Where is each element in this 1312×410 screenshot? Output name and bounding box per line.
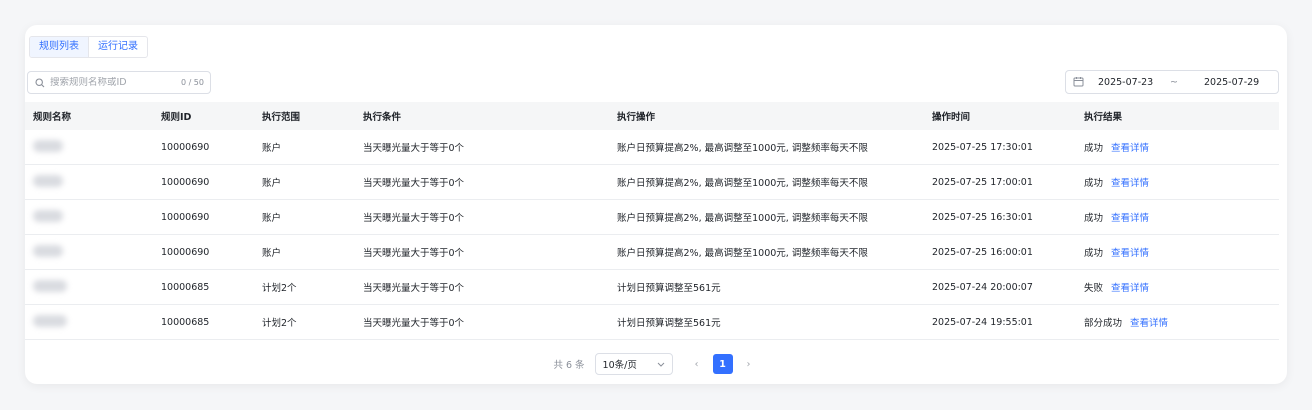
rule-name-blurred (33, 279, 67, 295)
operation-time: 2025-07-25 17:00:01 (932, 176, 1033, 188)
result-cell: 成功 查看详情 (1084, 245, 1149, 259)
operation-time: 2025-07-24 20:00:07 (932, 281, 1033, 293)
condition: 当天曝光量大于等于0个 (363, 248, 465, 259)
scope: 账户 (262, 213, 282, 224)
rule-id: 10000690 (161, 246, 210, 258)
operation-time: 2025-07-25 16:00:01 (932, 246, 1033, 258)
condition: 当天曝光量大于等于0个 (363, 283, 465, 294)
scope: 计划2个 (262, 318, 297, 329)
action: 账户日预算提高2%, 最高调整至1000元, 调整频率每天不限 (617, 248, 868, 259)
total-count: 共 6 条 (553, 360, 585, 371)
operation-time: 2025-07-25 17:30:01 (932, 141, 1033, 153)
header-rule-name: 规则名称 (33, 112, 72, 123)
condition: 当天曝光量大于等于0个 (363, 318, 465, 329)
chevron-down-icon (657, 359, 665, 370)
header-scope: 执行范围 (262, 112, 301, 123)
rule-id: 10000685 (161, 316, 210, 328)
result-cell: 成功 查看详情 (1084, 210, 1149, 224)
action: 计划日预算调整至561元 (617, 283, 721, 294)
prev-page-button[interactable]: ‹ (687, 359, 707, 370)
header-result: 执行结果 (1084, 112, 1123, 123)
date-separator: ~ (1170, 76, 1178, 88)
result-cell: 成功 查看详情 (1084, 140, 1149, 154)
result-status: 失败 (1084, 283, 1104, 294)
operation-time: 2025-07-25 16:30:01 (932, 211, 1033, 223)
pagination: 共 6 条 10条/页 ‹ 1 › (25, 353, 1287, 375)
operation-time: 2025-07-24 19:55:01 (932, 316, 1033, 328)
table-header: 规则名称 规则ID 执行范围 执行条件 执行操作 操作时间 执行结果 (25, 102, 1279, 130)
result-status: 成功 (1084, 178, 1104, 189)
rule-id: 10000690 (161, 211, 210, 223)
tab-bar: 规则列表 运行记录 (29, 36, 148, 58)
rule-name-blurred (33, 314, 67, 330)
table-row: 10000685 计划2个 当天曝光量大于等于0个 计划日预算调整至561元 2… (25, 270, 1279, 305)
start-date[interactable]: 2025-07-23 (1098, 77, 1153, 88)
result-status: 成功 (1084, 213, 1104, 224)
records-table: 规则名称 规则ID 执行范围 执行条件 执行操作 操作时间 执行结果 10000… (25, 102, 1279, 340)
page-button-1[interactable]: 1 (712, 354, 733, 374)
view-details-link[interactable]: 查看详情 (1111, 283, 1149, 294)
date-range-picker[interactable]: 2025-07-23 ~ 2025-07-29 (1065, 70, 1279, 94)
rule-id: 10000690 (161, 141, 210, 153)
rule-id: 10000685 (161, 281, 210, 293)
header-time: 操作时间 (932, 112, 971, 123)
search-input[interactable] (50, 77, 181, 88)
view-details-link[interactable]: 查看详情 (1130, 318, 1168, 329)
search-box[interactable]: 0 / 50 (27, 71, 211, 94)
scope: 账户 (262, 178, 282, 189)
scope: 计划2个 (262, 283, 297, 294)
next-page-button[interactable]: › (739, 359, 759, 370)
action: 账户日预算提高2%, 最高调整至1000元, 调整频率每天不限 (617, 178, 868, 189)
condition: 当天曝光量大于等于0个 (363, 143, 465, 154)
result-status: 成功 (1084, 248, 1104, 259)
scope: 账户 (262, 143, 282, 154)
result-status: 成功 (1084, 143, 1104, 154)
rule-name-blurred (33, 139, 63, 155)
table-row: 10000690 账户 当天曝光量大于等于0个 账户日预算提高2%, 最高调整至… (25, 235, 1279, 270)
search-icon (34, 77, 46, 89)
end-date[interactable]: 2025-07-29 (1204, 77, 1259, 88)
result-cell: 部分成功 查看详情 (1084, 315, 1168, 329)
run-records-card: 规则列表 运行记录 0 / 50 2025-07-23 ~ 2025-07-29… (25, 25, 1287, 384)
table-row: 10000685 计划2个 当天曝光量大于等于0个 计划日预算调整至561元 2… (25, 305, 1279, 340)
tab-run-records[interactable]: 运行记录 (88, 37, 147, 57)
result-cell: 失败 查看详情 (1084, 280, 1149, 294)
page-size-select[interactable]: 10条/页 (594, 353, 673, 375)
action: 计划日预算调整至561元 (617, 318, 721, 329)
calendar-icon (1073, 76, 1085, 88)
search-char-count: 0 / 50 (180, 78, 204, 87)
condition: 当天曝光量大于等于0个 (363, 213, 465, 224)
rule-id: 10000690 (161, 176, 210, 188)
action: 账户日预算提高2%, 最高调整至1000元, 调整频率每天不限 (617, 143, 868, 154)
condition: 当天曝光量大于等于0个 (363, 178, 465, 189)
result-cell: 成功 查看详情 (1084, 175, 1149, 189)
rule-name-blurred (33, 174, 63, 190)
action: 账户日预算提高2%, 最高调整至1000元, 调整频率每天不限 (617, 213, 868, 224)
table-row: 10000690 账户 当天曝光量大于等于0个 账户日预算提高2%, 最高调整至… (25, 165, 1279, 200)
view-details-link[interactable]: 查看详情 (1111, 178, 1149, 189)
result-status: 部分成功 (1084, 318, 1123, 329)
header-condition: 执行条件 (363, 112, 402, 123)
view-details-link[interactable]: 查看详情 (1111, 248, 1149, 259)
view-details-link[interactable]: 查看详情 (1111, 213, 1149, 224)
header-action: 执行操作 (617, 112, 656, 123)
table-row: 10000690 账户 当天曝光量大于等于0个 账户日预算提高2%, 最高调整至… (25, 200, 1279, 235)
scope: 账户 (262, 248, 282, 259)
table-row: 10000690 账户 当天曝光量大于等于0个 账户日预算提高2%, 最高调整至… (25, 130, 1279, 165)
tab-rule-list[interactable]: 规则列表 (30, 37, 88, 57)
view-details-link[interactable]: 查看详情 (1111, 143, 1149, 154)
page-size-value: 10条/页 (602, 360, 637, 371)
header-rule-id: 规则ID (161, 112, 192, 123)
rule-name-blurred (33, 244, 63, 260)
rule-name-blurred (33, 209, 63, 225)
